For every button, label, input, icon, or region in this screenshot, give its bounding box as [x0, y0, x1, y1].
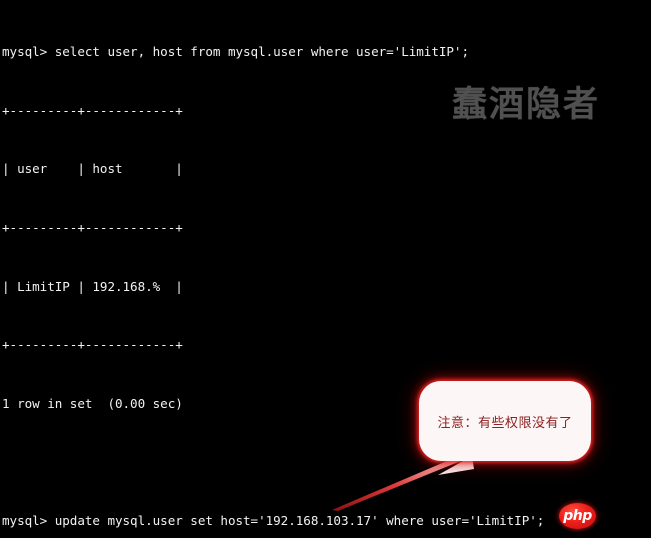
php-logo-label: php	[563, 508, 592, 524]
annotation-callout: 注意：有些权限没有了	[419, 381, 591, 461]
terminal-screenshot: mysql> select user, host from mysql.user…	[0, 0, 651, 538]
terminal-line: +---------+------------+	[2, 102, 183, 118]
php-logo: php	[559, 503, 596, 529]
terminal-line: | LimitIP | 192.168.% |	[2, 278, 183, 294]
terminal-line: +---------+------------+	[2, 337, 183, 353]
terminal-line: mysql> update mysql.user set host='192.1…	[2, 513, 545, 529]
terminal-line: mysql> select user, host from mysql.user…	[2, 44, 469, 60]
annotation-callout-label: 注意：有些权限没有了	[437, 415, 573, 431]
terminal-line: +---------+------------+	[2, 220, 183, 236]
terminal-line: | user | host |	[2, 161, 183, 177]
